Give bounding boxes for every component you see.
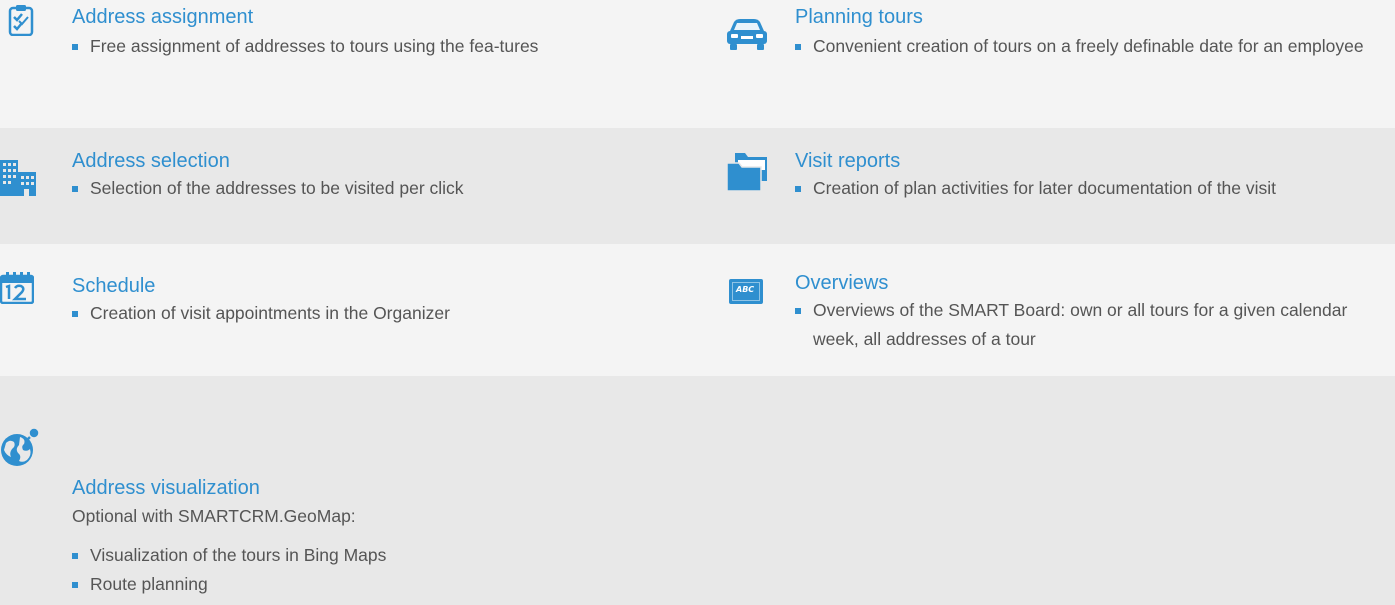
list-item: Route planning xyxy=(72,570,672,599)
buildings-icon xyxy=(0,160,36,201)
feature-title: Visit reports xyxy=(795,150,901,172)
list-item: Visualization of the tours in Bing Maps xyxy=(72,541,672,570)
feature-title: Address visualization xyxy=(72,477,260,499)
board-abc-icon: ABC xyxy=(729,279,763,304)
feature-title: Schedule xyxy=(72,275,156,297)
list-item: Selection of the addresses to be visited… xyxy=(72,174,672,203)
bullet-list: Visualization of the tours in Bing Maps … xyxy=(72,541,672,599)
calendar-icon xyxy=(0,272,35,309)
list-item: Free assignment of addresses to tours us… xyxy=(72,32,672,61)
list-item: Convenient creation of tours on a freely… xyxy=(795,32,1385,61)
clipboard-check-icon xyxy=(8,4,34,41)
globe-pin-icon xyxy=(0,427,40,472)
feature-title: Planning tours xyxy=(795,6,923,28)
bullet-list: Creation of visit appointments in the Or… xyxy=(72,299,672,328)
bullet-list: Convenient creation of tours on a freely… xyxy=(795,32,1385,61)
feature-intro: Optional with SMARTCRM.GeoMap: xyxy=(72,506,356,526)
car-icon xyxy=(726,18,768,57)
folders-icon xyxy=(726,153,769,196)
board-abc-label: ABC xyxy=(736,285,755,294)
bullet-list: Selection of the addresses to be visited… xyxy=(72,174,672,203)
list-item: Creation of visit appointments in the Or… xyxy=(72,299,672,328)
feature-title: Address selection xyxy=(72,150,230,172)
feature-title: Overviews xyxy=(795,272,889,294)
bullet-list: Creation of plan activities for later do… xyxy=(795,174,1385,203)
bullet-list: Free assignment of addresses to tours us… xyxy=(72,32,672,61)
list-item: Creation of plan activities for later do… xyxy=(795,174,1385,203)
list-item: Overviews of the SMART Board: own or all… xyxy=(795,296,1385,354)
bullet-list: Overviews of the SMART Board: own or all… xyxy=(795,296,1385,354)
feature-title: Address assignment xyxy=(72,6,254,28)
